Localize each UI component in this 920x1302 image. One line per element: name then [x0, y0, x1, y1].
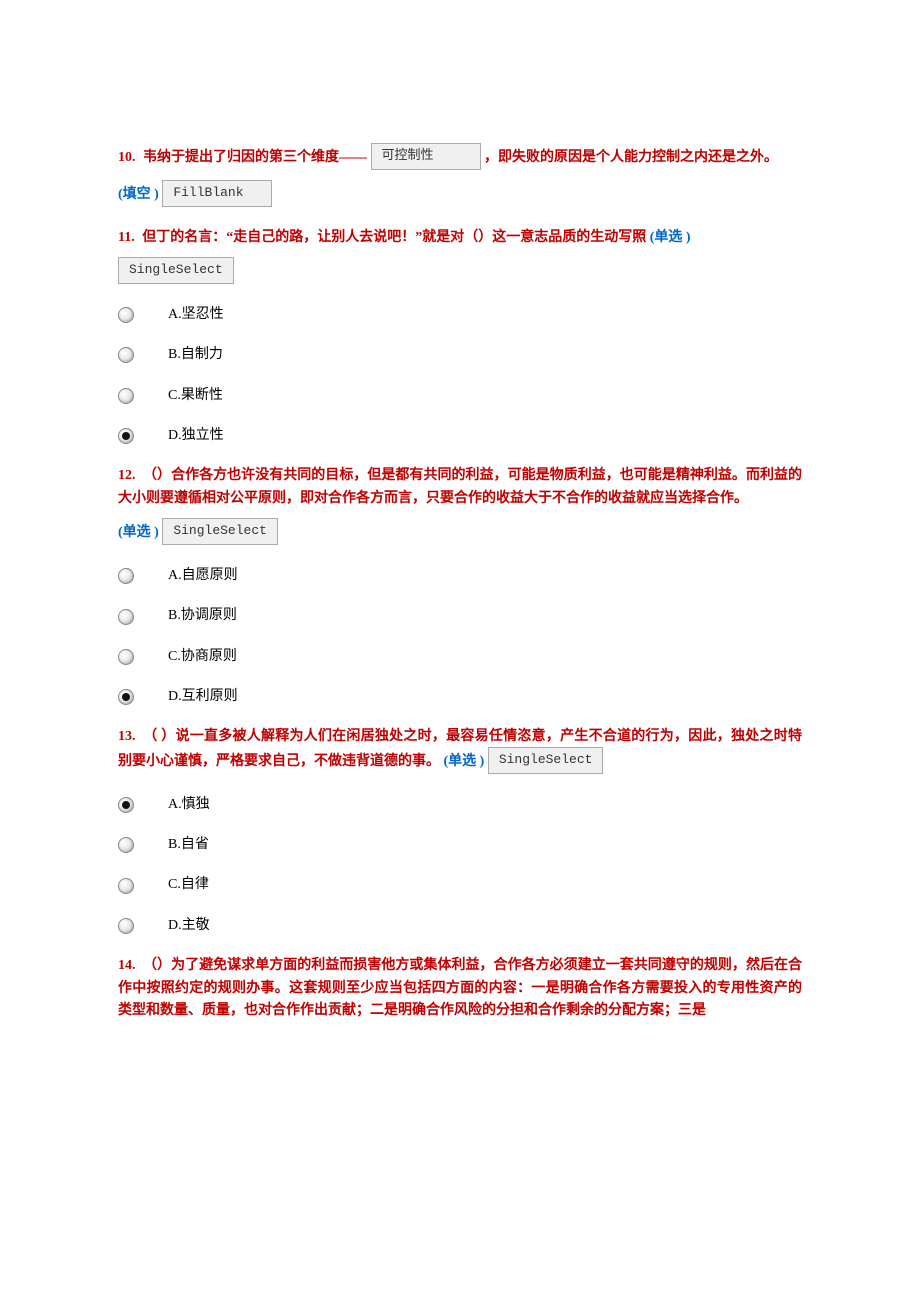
q14-text: （）为了避免谋求单方面的利益而损害他方或集体利益，合作各方必须建立一套共同遵守的…	[118, 958, 802, 1018]
q13-number: 13.	[118, 729, 136, 744]
q11-number: 11.	[118, 230, 135, 245]
q13-a-label: A.慎独	[168, 794, 210, 816]
q12-option-b[interactable]: B.协调原则	[118, 605, 802, 627]
q13-b-label: B.自省	[168, 834, 209, 856]
q13-d-label: D.主敬	[168, 915, 210, 937]
q12-options: A.自愿原则 B.协调原则 C.协商原则 D.互利原则	[118, 565, 802, 709]
q13-marker: (单选 )	[444, 754, 485, 769]
q10-pre: 韦纳于提出了归因的第三个维度——	[143, 150, 367, 165]
q10-typebox: FillBlank	[162, 180, 272, 207]
radio-icon[interactable]	[118, 837, 134, 853]
q11-option-c[interactable]: C.果断性	[118, 385, 802, 407]
radio-icon[interactable]	[118, 689, 134, 705]
q12-number: 12.	[118, 468, 136, 483]
question-10-text: 10. 韦纳于提出了归因的第三个维度—— 可控制性 ，即失败的原因是个人能力控制…	[118, 145, 802, 172]
radio-icon[interactable]	[118, 878, 134, 894]
q10-post: ，即失败的原因是个人能力控制之内还是之外。	[484, 150, 778, 165]
q12-typebox: SingleSelect	[162, 518, 278, 545]
q10-meta: (填空 ) FillBlank	[118, 182, 802, 209]
q10-number: 10.	[118, 150, 136, 165]
q12-option-c[interactable]: C.协商原则	[118, 646, 802, 668]
q11-d-label: D.独立性	[168, 425, 224, 447]
question-11: 11. 但丁的名言：“走自己的路，让别人去说吧！”就是对（）这一意志品质的生动写…	[118, 227, 802, 448]
q12-meta: (单选 ) SingleSelect	[118, 520, 802, 547]
q11-marker: (单选 )	[650, 230, 691, 245]
q12-a-label: A.自愿原则	[168, 565, 238, 587]
q13-text-line: 13. （ ）说一直多被人解释为人们在闲居独处之时，最容易任情恣意，产生不合道的…	[118, 726, 802, 775]
q13-options: A.慎独 B.自省 C.自律 D.主敬	[118, 794, 802, 938]
q12-text-line: 12. （）合作各方也许没有共同的目标，但是都有共同的利益，可能是物质利益，也可…	[118, 465, 802, 510]
q12-option-a[interactable]: A.自愿原则	[118, 565, 802, 587]
q14-text-line: 14. （）为了避免谋求单方面的利益而损害他方或集体利益，合作各方必须建立一套共…	[118, 955, 802, 1022]
question-10: 10. 韦纳于提出了归因的第三个维度—— 可控制性 ，即失败的原因是个人能力控制…	[118, 145, 802, 209]
radio-icon[interactable]	[118, 307, 134, 323]
q10-marker: (填空 )	[118, 187, 159, 202]
q13-option-a[interactable]: A.慎独	[118, 794, 802, 816]
q12-c-label: C.协商原则	[168, 646, 237, 668]
q13-option-c[interactable]: C.自律	[118, 874, 802, 896]
q11-text-line: 11. 但丁的名言：“走自己的路，让别人去说吧！”就是对（）这一意志品质的生动写…	[118, 227, 802, 249]
q11-option-b[interactable]: B.自制力	[118, 344, 802, 366]
q13-option-b[interactable]: B.自省	[118, 834, 802, 856]
q11-typebox-line: SingleSelect	[118, 259, 802, 286]
q12-b-label: B.协调原则	[168, 605, 237, 627]
question-13: 13. （ ）说一直多被人解释为人们在闲居独处之时，最容易任情恣意，产生不合道的…	[118, 726, 802, 937]
q11-text: 但丁的名言：“走自己的路，让别人去说吧！”就是对（）这一意志品质的生动写照	[142, 230, 646, 245]
radio-icon[interactable]	[118, 388, 134, 404]
q13-option-d[interactable]: D.主敬	[118, 915, 802, 937]
q11-option-a[interactable]: A.坚忍性	[118, 304, 802, 326]
q12-text: （）合作各方也许没有共同的目标，但是都有共同的利益，可能是物质利益，也可能是精神…	[118, 468, 802, 505]
radio-icon[interactable]	[118, 797, 134, 813]
q12-option-d[interactable]: D.互利原则	[118, 686, 802, 708]
q14-number: 14.	[118, 958, 136, 973]
radio-icon[interactable]	[118, 918, 134, 934]
radio-icon[interactable]	[118, 428, 134, 444]
radio-icon[interactable]	[118, 649, 134, 665]
question-12: 12. （）合作各方也许没有共同的目标，但是都有共同的利益，可能是物质利益，也可…	[118, 465, 802, 708]
q13-typebox: SingleSelect	[488, 747, 604, 774]
document-page: 10. 韦纳于提出了归因的第三个维度—— 可控制性 ，即失败的原因是个人能力控制…	[0, 0, 920, 1080]
q11-a-label: A.坚忍性	[168, 304, 224, 326]
q13-c-label: C.自律	[168, 874, 209, 896]
question-14: 14. （）为了避免谋求单方面的利益而损害他方或集体利益，合作各方必须建立一套共…	[118, 955, 802, 1022]
radio-icon[interactable]	[118, 568, 134, 584]
q12-marker: (单选 )	[118, 525, 159, 540]
q11-b-label: B.自制力	[168, 344, 223, 366]
q11-c-label: C.果断性	[168, 385, 223, 407]
q11-options: A.坚忍性 B.自制力 C.果断性 D.独立性	[118, 304, 802, 448]
q12-d-label: D.互利原则	[168, 686, 238, 708]
radio-icon[interactable]	[118, 609, 134, 625]
q11-typebox: SingleSelect	[118, 257, 234, 284]
radio-icon[interactable]	[118, 347, 134, 363]
q11-option-d[interactable]: D.独立性	[118, 425, 802, 447]
q10-answer-box[interactable]: 可控制性	[371, 143, 481, 170]
